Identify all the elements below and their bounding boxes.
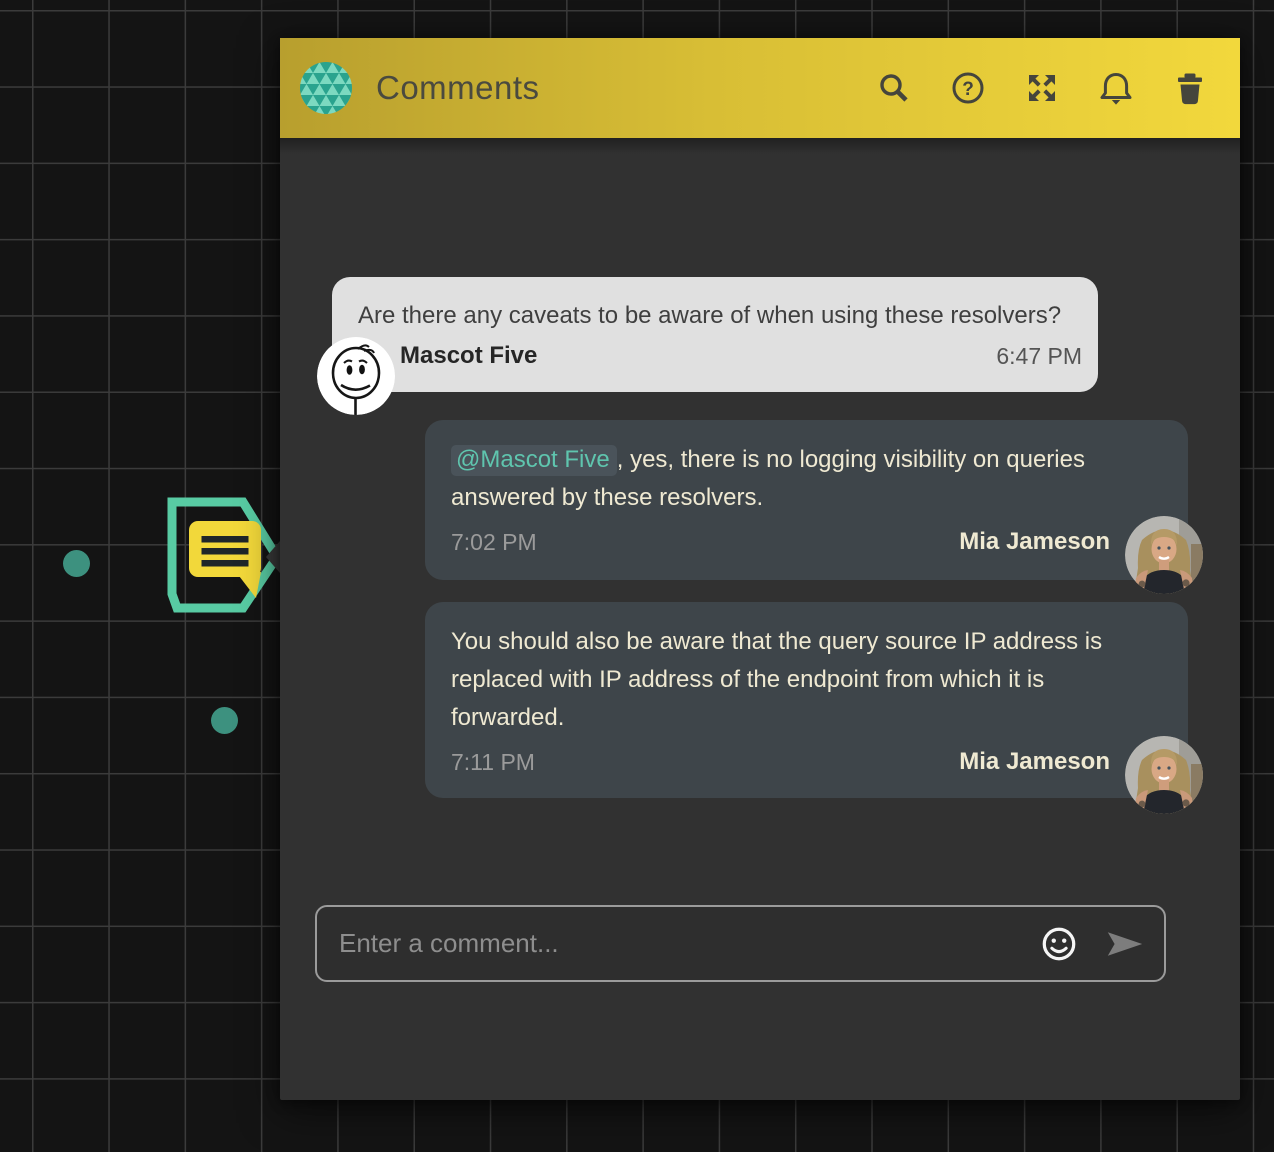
search-button[interactable] [875, 69, 913, 107]
delete-button[interactable] [1171, 69, 1209, 107]
trash-icon [1172, 70, 1208, 106]
help-icon: ? [950, 70, 986, 106]
comment-anchor-dot [63, 550, 90, 577]
avatar-mia-jameson [1125, 736, 1203, 814]
comment-author: Mia Jameson [959, 528, 1110, 556]
avatar-mia-jameson [1125, 516, 1203, 594]
comment-text: Are there any caveats to be aware of whe… [358, 297, 1082, 335]
smiley-icon [1040, 924, 1078, 964]
mention-chip[interactable]: @Mascot Five [451, 445, 617, 476]
expand-button[interactable] [1023, 69, 1061, 107]
send-button[interactable] [1106, 925, 1144, 963]
comment-time: 7:11 PM [451, 749, 535, 776]
mascot-face-icon [317, 337, 395, 415]
comment-anchor-dot [211, 707, 238, 734]
comment-text: @Mascot Five, yes, there is no logging v… [451, 441, 1162, 517]
comment-text: You should also be aware that the query … [451, 623, 1162, 737]
comment-composer [315, 905, 1166, 982]
notifications-button[interactable] [1097, 69, 1135, 107]
composer-actions [1040, 925, 1144, 963]
panel-header: Comments ? [280, 38, 1240, 138]
page-title: Comments [376, 69, 540, 107]
mia-photo-icon [1125, 736, 1203, 814]
svg-text:?: ? [962, 79, 974, 100]
avatar-mascot-five [317, 337, 395, 415]
comment-bubble: You should also be aware that the query … [425, 602, 1188, 798]
mia-photo-icon [1125, 516, 1203, 594]
comment-input[interactable] [339, 928, 1040, 959]
emoji-button[interactable] [1040, 925, 1078, 963]
send-icon [1106, 928, 1144, 960]
app-logo-icon [300, 62, 352, 114]
comment-bubble: Are there any caveats to be aware of whe… [332, 277, 1098, 392]
search-icon [876, 70, 912, 106]
header-actions: ? [875, 69, 1209, 107]
comment-time: 6:47 PM [996, 343, 1082, 370]
bell-icon [1098, 70, 1134, 106]
comment-time: 7:02 PM [451, 529, 537, 556]
help-button[interactable]: ? [949, 69, 987, 107]
panel-pointer-arrow [266, 541, 280, 573]
comment-bubble: @Mascot Five, yes, there is no logging v… [425, 420, 1188, 580]
comment-author: Mascot Five [400, 342, 537, 370]
expand-icon [1024, 70, 1060, 106]
comments-panel: Comments ? [280, 38, 1240, 1100]
comment-author: Mia Jameson [959, 748, 1110, 776]
